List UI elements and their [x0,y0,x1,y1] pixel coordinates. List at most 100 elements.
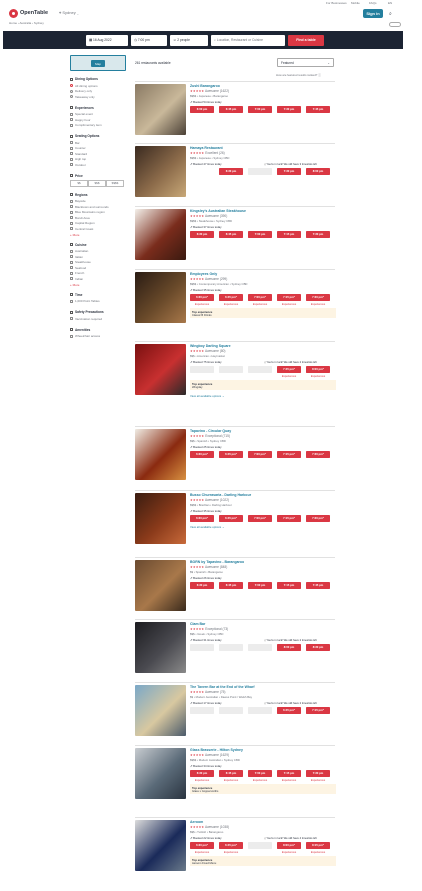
filter-option-safety[interactable]: Vaccination required [70,316,130,322]
experiences-link[interactable]: Experiences [277,779,301,782]
checkbox[interactable] [70,146,73,150]
utility-link-faq[interactable]: FAQs [369,1,377,5]
restaurant-name[interactable]: Hamaya Restaurant [190,146,223,150]
time-slot-button[interactable]: 7:15 pm [277,770,301,777]
restaurant-name[interactable]: Wingboy Darling Square [190,344,231,348]
show-more-regions[interactable]: + More [70,233,130,237]
checkbox[interactable] [70,266,73,270]
experiences-link[interactable]: Experiences [306,851,330,854]
time-slot-button[interactable]: 7:45 pm* [277,366,301,373]
checkbox[interactable] [70,317,73,321]
time-slot-button[interactable]: 6:45 pm [219,106,243,113]
top-experience-box[interactable]: Top experience Aeroom Fixed Menu [190,856,336,866]
time-slot-button[interactable]: 8:15 pm* [306,842,330,849]
experiences-link[interactable]: Experiences [277,375,301,378]
checkbox[interactable] [70,271,73,275]
checkbox[interactable] [70,152,73,156]
checkbox[interactable] [70,118,73,122]
restaurant-name[interactable]: Zushi Barangaroo [190,84,220,88]
time-slot-button[interactable]: 7:30 pm [306,231,330,238]
restaurant-photo[interactable] [135,146,186,197]
experiences-link[interactable]: Experiences [219,303,243,306]
time-slot-button[interactable]: 7:00 pm* [248,515,272,522]
checkbox[interactable] [70,277,73,281]
time-slot-button[interactable]: 8:00 pm [277,644,301,651]
checkbox[interactable] [70,205,73,209]
experiences-link[interactable]: Experiences [190,851,214,854]
restaurant-photo[interactable] [135,820,186,871]
restaurant-photo[interactable] [135,272,186,323]
location-selector[interactable]: ⌖ Sydney ⌄ [59,10,79,15]
experiences-link[interactable]: Experiences [277,851,301,854]
brand-name[interactable]: OpenTable [20,10,48,16]
restaurant-name[interactable]: Kingsley's Australian Steakhouse [190,209,246,213]
time-slot-button[interactable]: 6:45 pm [219,231,243,238]
checkbox[interactable] [70,112,73,116]
time-slot-button[interactable]: 6:45 pm* [277,707,301,714]
radio-button[interactable] [70,89,73,93]
time-slot-button[interactable]: 6:30 pm [219,168,243,175]
time-slot-button[interactable]: 8:00 pm [306,168,330,175]
checkbox[interactable] [70,199,73,203]
radio-button[interactable] [70,95,73,99]
time-slot-button[interactable]: 7:00 pm* [248,451,272,458]
map-button[interactable]: Map [70,55,126,71]
sort-info-link[interactable]: How are featured results ranked? ⓘ [276,73,321,77]
time-slot-button[interactable]: 7:30 pm* [306,451,330,458]
time-slot-button[interactable]: 6:30 pm [190,582,214,589]
checkbox[interactable] [70,260,73,264]
restaurant-photo[interactable] [135,748,186,799]
experiences-link[interactable]: Experiences [306,779,330,782]
utility-link-mobile[interactable]: Mobile [351,1,360,5]
restaurant-photo[interactable] [135,493,186,544]
show-more-cuisine[interactable]: + More [70,283,130,287]
experiences-link[interactable]: Experiences [277,303,301,306]
restaurant-name[interactable]: Glass Brasserie - Hilton Sydney [190,748,243,752]
search-input[interactable]: ⌕ Location, Restaurant or Cuisine [211,34,285,46]
experiences-link[interactable]: Experiences [190,303,214,306]
time-slot-button[interactable]: 7:00 pm [248,231,272,238]
party-size-picker[interactable]: ☺ 2 people [170,34,208,46]
restaurant-photo[interactable] [135,344,186,395]
restaurant-name[interactable]: Tapavino - Circular Quay [190,429,231,433]
time-picker[interactable]: ◷ 7:00 pm [131,34,167,46]
search-icon[interactable]: ⌕ [389,11,392,17]
restaurant-name[interactable]: The Tavern Bar at the End of the Wharf [190,685,255,689]
time-slot-button[interactable]: 6:00 pm [190,106,214,113]
top-experience-box[interactable]: Top experience Classic B Drinks [190,308,336,318]
experiences-link[interactable]: Experiences [190,779,214,782]
price-option[interactable]: $$ [70,179,88,187]
time-slot-button[interactable]: 7:30 pm [277,168,301,175]
sign-in-button[interactable]: Sign in [363,9,383,18]
time-slot-button[interactable]: 8:00 pm* [306,366,330,373]
restaurant-name[interactable]: BORN by Tapavino - Barangaroo [190,560,244,564]
radio-button[interactable] [70,84,73,88]
time-slot-button[interactable]: 8:00 pm* [277,842,301,849]
breadcrumb[interactable]: Home › Australia › Sydney [9,21,44,25]
price-option[interactable]: $$$$ [106,179,124,187]
time-slot-button[interactable]: 7:15 pm [277,231,301,238]
experiences-link[interactable]: Experiences [219,779,243,782]
time-slot-button[interactable]: 6:45 pm* [219,294,243,301]
experiences-link[interactable]: Experiences [248,303,272,306]
checkbox[interactable] [70,210,73,214]
checkbox[interactable] [70,157,73,161]
time-slot-button[interactable]: 7:15 pm* [306,707,330,714]
restaurant-photo[interactable] [135,685,186,736]
time-slot-button[interactable]: 6:30 pm [190,770,214,777]
filter-option-cuisine[interactable]: Indian [70,276,130,282]
filter-option-seating[interactable]: Outdoor [70,162,130,168]
experiences-link[interactable]: Experiences [248,779,272,782]
time-slot-button[interactable]: 6:30 pm* [190,842,214,849]
time-slot-button[interactable]: 7:30 pm* [306,294,330,301]
price-option[interactable]: $$$ [88,179,106,187]
checkbox[interactable] [70,249,73,253]
restaurant-photo[interactable] [135,429,186,480]
time-slot-button[interactable]: 6:30 pm* [190,294,214,301]
view-all-options-link[interactable]: View all available options ⌄ [190,394,224,398]
time-slot-button[interactable]: 7:45 pm [306,582,330,589]
opentable-logo[interactable] [9,9,18,18]
restaurant-name[interactable]: Clam Bar [190,622,205,626]
top-experience-box[interactable]: Top experience Wingday [190,380,336,390]
restaurant-photo[interactable] [135,209,186,260]
